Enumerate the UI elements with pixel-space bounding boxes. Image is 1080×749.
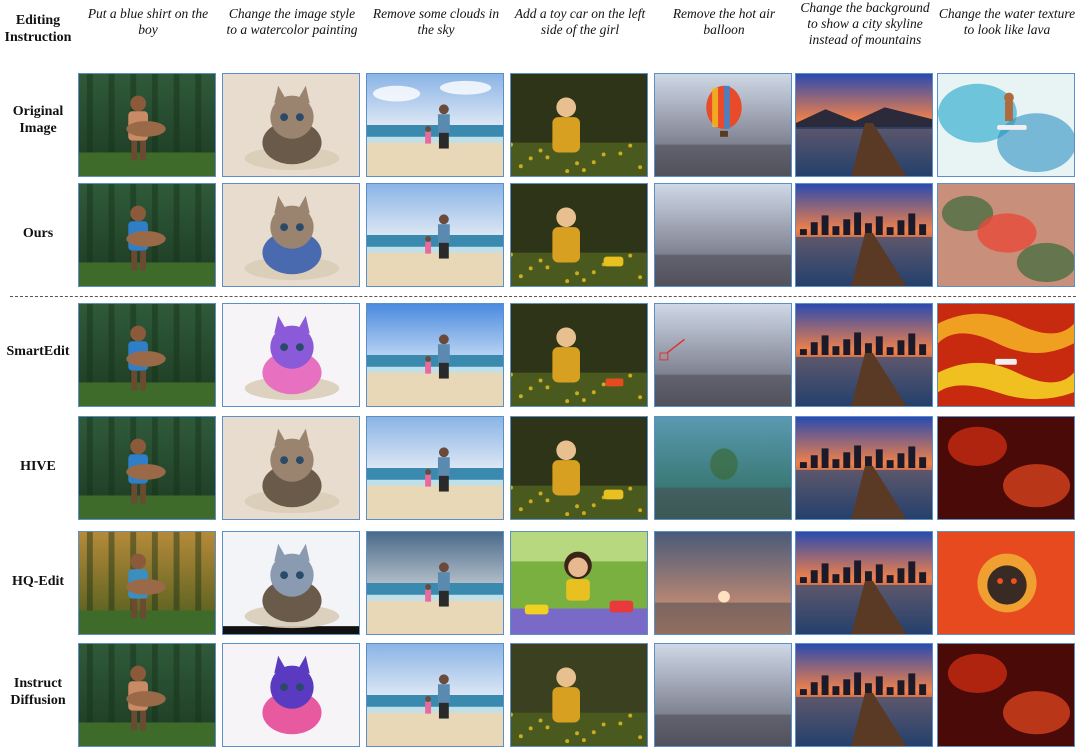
image-instructdiffusion-girl bbox=[510, 643, 648, 747]
dashed-separator bbox=[10, 296, 1076, 297]
image-ours-beach bbox=[366, 183, 504, 287]
image-instructdiffusion-balloon bbox=[654, 643, 792, 747]
image-hive-surfer bbox=[937, 416, 1075, 520]
image-original-pier bbox=[795, 73, 933, 177]
image-smartedit-balloon bbox=[654, 303, 792, 407]
instruction-toy-car: Add a toy car on the left side of the gi… bbox=[514, 6, 646, 37]
image-original-balloon bbox=[654, 73, 792, 177]
row-label-smartedit: SmartEdit bbox=[6, 344, 70, 359]
image-ours-surfer bbox=[937, 183, 1075, 287]
image-hive-boy bbox=[78, 416, 216, 520]
image-instructdiffusion-pier bbox=[795, 643, 933, 747]
instruction-remove-balloon: Remove the hot air balloon bbox=[672, 6, 776, 37]
row-label-original: Original Image bbox=[12, 104, 64, 136]
row-label-hq-edit: HQ-Edit bbox=[11, 574, 65, 589]
image-instructdiffusion-cat bbox=[222, 643, 360, 747]
image-smartedit-surfer bbox=[937, 303, 1075, 407]
image-instructdiffusion-surfer bbox=[937, 643, 1075, 747]
image-hq-edit-balloon bbox=[654, 531, 792, 635]
instruction-remove-clouds: Remove some clouds in the sky bbox=[372, 6, 500, 37]
image-instructdiffusion-beach bbox=[366, 643, 504, 747]
image-hive-balloon bbox=[654, 416, 792, 520]
instruction-city-skyline: Change the background to show a city sky… bbox=[800, 0, 930, 47]
image-original-beach bbox=[366, 73, 504, 177]
image-original-boy bbox=[78, 73, 216, 177]
image-smartedit-pier bbox=[795, 303, 933, 407]
instruction-lava-texture: Change the water texture to look like la… bbox=[938, 6, 1076, 37]
image-smartedit-beach bbox=[366, 303, 504, 407]
image-hq-edit-beach bbox=[366, 531, 504, 635]
image-smartedit-boy bbox=[78, 303, 216, 407]
image-hq-edit-girl bbox=[510, 531, 648, 635]
row-label-instructdiffusion: Instruct Diffusion bbox=[10, 676, 66, 708]
image-ours-pier bbox=[795, 183, 933, 287]
image-hq-edit-pier bbox=[795, 531, 933, 635]
row-label-hive: HIVE bbox=[20, 459, 56, 474]
image-original-girl bbox=[510, 73, 648, 177]
row-label-ours: Ours bbox=[22, 226, 54, 241]
instruction-watercolor: Change the image style to a watercolor p… bbox=[226, 6, 358, 37]
image-hive-pier bbox=[795, 416, 933, 520]
image-original-surfer bbox=[937, 73, 1075, 177]
image-hq-edit-boy bbox=[78, 531, 216, 635]
image-hive-cat bbox=[222, 416, 360, 520]
image-hq-edit-cat bbox=[222, 531, 360, 635]
image-instructdiffusion-boy bbox=[78, 643, 216, 747]
image-ours-boy bbox=[78, 183, 216, 287]
image-hive-beach bbox=[366, 416, 504, 520]
image-ours-girl bbox=[510, 183, 648, 287]
image-ours-cat bbox=[222, 183, 360, 287]
image-hq-edit-surfer bbox=[937, 531, 1075, 635]
corner-label: Editing Instruction bbox=[4, 13, 72, 45]
image-smartedit-cat bbox=[222, 303, 360, 407]
image-smartedit-girl bbox=[510, 303, 648, 407]
image-original-cat bbox=[222, 73, 360, 177]
comparison-figure: Editing Instruction Put a blue shirt on … bbox=[0, 0, 1080, 749]
image-ours-balloon bbox=[654, 183, 792, 287]
image-hive-girl bbox=[510, 416, 648, 520]
instruction-blue-shirt: Put a blue shirt on the boy bbox=[87, 6, 209, 37]
